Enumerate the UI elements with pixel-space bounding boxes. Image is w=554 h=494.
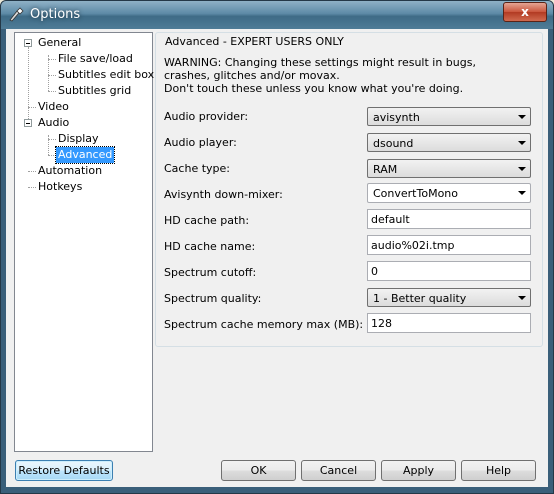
apply-button[interactable]: Apply (381, 460, 456, 481)
tree-connector (28, 47, 29, 127)
tree-connector (48, 55, 49, 91)
tree-connector (28, 107, 36, 108)
audio-player-dropdown[interactable]: dsound (367, 133, 531, 152)
close-icon: x (521, 5, 529, 19)
chevron-down-icon[interactable] (518, 191, 526, 195)
tree-item-automation[interactable]: Automation (36, 163, 104, 179)
chevron-down-icon (518, 141, 526, 145)
chevron-down-icon (518, 115, 526, 119)
tree-connector (28, 187, 36, 188)
warning-line: Don't touch these unless you know what y… (164, 82, 464, 95)
collapse-icon[interactable] (24, 119, 32, 127)
tree-connector (48, 155, 56, 156)
cache-type-dropdown[interactable]: RAM (367, 159, 531, 178)
title-bar[interactable]: Options x (1, 1, 553, 29)
hd-cache-path-input[interactable]: default (367, 209, 531, 229)
spectrum-cutoff-label: Spectrum cutoff: (164, 266, 257, 279)
dropdown-value: dsound (373, 137, 414, 150)
tree-item-advanced[interactable]: Advanced (54, 146, 116, 164)
audio-player-label: Audio player: (164, 136, 237, 149)
chevron-down-icon (518, 167, 526, 171)
dropdown-value: 1 - Better quality (373, 292, 467, 305)
input-value[interactable]: 128 (371, 317, 392, 330)
tree-item-subtitles-edit-box[interactable]: Subtitles edit box (56, 67, 156, 83)
cancel-button[interactable]: Cancel (301, 460, 376, 481)
tree-connector (48, 139, 56, 140)
spectrum-quality-label: Spectrum quality: (164, 292, 262, 305)
audio-provider-label: Audio provider: (164, 110, 249, 123)
tree-connector (48, 135, 49, 155)
close-button[interactable]: x (503, 2, 547, 22)
help-button[interactable]: Help (461, 460, 536, 481)
collapse-icon[interactable] (24, 39, 32, 47)
restore-defaults-button[interactable]: Restore Defaults (15, 460, 113, 481)
tree-item-display[interactable]: Display (56, 131, 101, 147)
tree-item-video[interactable]: Video (36, 99, 71, 115)
spectrum-cache-max-label: Spectrum cache memory max (MB): (164, 318, 364, 331)
ok-button[interactable]: OK (221, 460, 296, 481)
audio-provider-dropdown[interactable]: avisynth (367, 107, 531, 126)
tree-item-general[interactable]: General (36, 35, 83, 51)
hd-cache-name-input[interactable]: audio%02i.tmp (367, 235, 531, 255)
input-value[interactable]: default (371, 213, 410, 226)
hd-cache-path-label: HD cache path: (164, 214, 250, 227)
avisynth-down-mixer-label: Avisynth down-mixer: (164, 188, 283, 201)
spectrum-cutoff-input[interactable]: 0 (367, 261, 531, 281)
tree-item-hotkeys[interactable]: Hotkeys (36, 179, 84, 195)
window-title: Options (30, 7, 81, 22)
spectrum-cache-max-input[interactable]: 128 (367, 313, 531, 333)
dropdown-value: RAM (373, 163, 398, 176)
tree-connector (48, 91, 56, 92)
tree-item-subtitles-grid[interactable]: Subtitles grid (56, 83, 133, 99)
group-title: Advanced - EXPERT USERS ONLY (164, 35, 345, 48)
spectrum-quality-dropdown[interactable]: 1 - Better quality (367, 288, 531, 307)
input-value[interactable]: audio%02i.tmp (371, 239, 455, 252)
options-window: Options x General File save/load Subtitl… (0, 0, 554, 494)
avisynth-down-mixer-combo[interactable]: ConvertToMono (367, 183, 531, 203)
tree-connector (48, 75, 56, 76)
warning-text: WARNING: Changing these settings might r… (164, 56, 476, 95)
cache-type-label: Cache type: (164, 162, 230, 175)
tree-item-audio[interactable]: Audio (36, 115, 71, 131)
chevron-down-icon (518, 296, 526, 300)
hd-cache-name-label: HD cache name: (164, 240, 256, 253)
combo-value[interactable]: ConvertToMono (373, 187, 458, 200)
options-tree[interactable]: General File save/load Subtitles edit bo… (14, 32, 156, 452)
dialog-client-area: General File save/load Subtitles edit bo… (6, 29, 548, 487)
input-value[interactable]: 0 (371, 265, 378, 278)
tree-connector (48, 59, 56, 60)
tree-item-file-save-load[interactable]: File save/load (56, 51, 135, 67)
dropdown-value: avisynth (373, 111, 420, 124)
warning-line: crashes, glitches and/or movax. (164, 69, 340, 82)
tree-connector (28, 171, 36, 172)
app-logo-icon (9, 7, 24, 22)
warning-line: WARNING: Changing these settings might r… (164, 56, 476, 69)
